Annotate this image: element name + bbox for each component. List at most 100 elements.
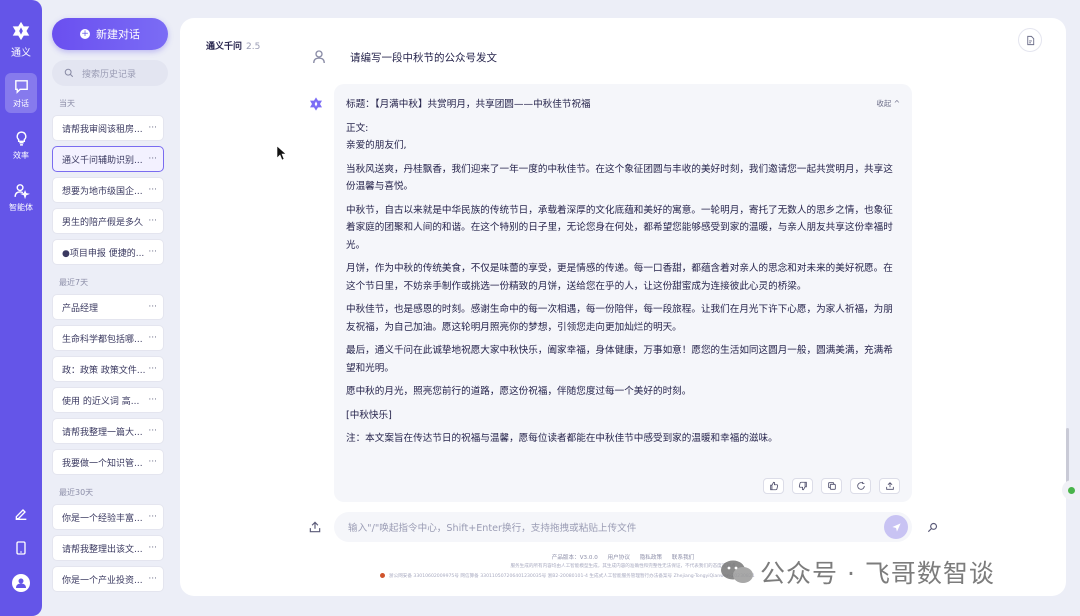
answer-paragraph: [中秋快乐] [346,409,392,421]
thumbs-down-icon [798,481,807,491]
answer-paragraph: 中秋佳节，也是感恩的时刻。感谢生命中的每一次相遇，每一份陪伴，每一段旅程。让我们… [346,304,893,333]
model-version: 2.5 [246,42,261,52]
history-item[interactable]: 请帮我整理出该文... ··· [52,535,164,561]
avatar[interactable] [12,574,30,592]
history-item[interactable]: 想要为地市级国企... ··· [52,177,164,203]
more-icon[interactable]: ··· [148,123,157,133]
answer-greeting: 亲爱的朋友们, [346,140,407,151]
history-item[interactable]: 政：政策 政策文件... ··· [52,356,164,382]
more-icon[interactable]: ··· [148,512,157,522]
history-item[interactable]: 我要做一个知识管... ··· [52,449,164,475]
collapse-button[interactable]: 收起 ^ [876,98,900,109]
send-icon [891,522,901,532]
user-icon [313,50,325,64]
answer-paragraph: 月饼，作为中秋的传统美食，不仅是味蕾的享受，更是情感的传递。每一口香甜，都蕴含着… [346,263,893,292]
new-chat-button[interactable]: + 新建对话 [52,18,168,50]
answer-paragraph: 最后，通义千问在此诚挚地祝愿大家中秋快乐，阖家幸福，身体健康，万事如意！愿您的生… [346,345,893,374]
message-input-placeholder: 输入"/"唤起指令中心，Shift+Enter换行，支持拖拽或粘贴上传文件 [348,523,637,534]
upload-icon[interactable] [308,520,322,534]
history-item[interactable]: 请帮我整理一篇大... ··· [52,418,164,444]
model-title[interactable]: 通义千问 2.5 [206,39,260,52]
history-item[interactable]: 生命科学都包括哪... ··· [52,325,164,351]
rail-item-agent[interactable]: 智能体 [5,177,37,217]
more-icon[interactable]: ··· [148,185,157,195]
copy-button[interactable] [821,478,842,494]
watermark-text: 公众号 · 飞哥数智谈 [760,559,995,588]
history-item[interactable]: 使用 的近义词 高... ··· [52,387,164,413]
rail-item-chat[interactable]: 对话 [5,73,37,113]
history-item-title: 想要为地市级国企... [62,186,143,197]
footer-link-contact[interactable]: 联系我们 [672,555,694,561]
share-button[interactable] [879,478,900,494]
chat-panel: 通义千问 2.5 请编写一段中秋节的公众号发文 收起 ^ 标题：【月满中秋】共赏明… [180,18,1066,596]
history-item[interactable]: 产品经理 ··· [52,294,164,320]
more-icon[interactable]: ··· [148,247,157,257]
history-item[interactable]: 你是一个产业投资... ··· [52,566,164,592]
answer-paragraph: 注：本文案旨在传达节日的祝福与温馨，愿每位读者都能在中秋佳节中感受到家的温暖和幸… [346,433,778,444]
document-button[interactable] [1018,28,1042,52]
user-avatar-icon [16,578,26,588]
police-badge-icon [380,573,385,578]
history-item[interactable]: 请帮我审阅该租房... ··· [52,115,164,141]
mobile-icon[interactable] [13,540,29,556]
tongyi-logo-icon[interactable] [10,20,32,42]
edit-icon[interactable] [13,506,29,522]
search-placeholder: 搜索历史记录 [82,69,137,80]
tongyi-bot-icon [310,97,322,111]
more-icon[interactable]: ··· [148,395,157,405]
footer-link-terms[interactable]: 用户协议 [608,555,630,561]
more-icon[interactable]: ··· [148,574,157,584]
user-message: 请编写一段中秋节的公众号发文 [350,51,497,64]
history-item-title: 请帮我整理一篇大... [62,427,143,438]
history-item-title: 请帮我审阅该租房... [62,124,143,135]
history-item-active[interactable]: 通义千问辅助识别... ··· [52,146,164,172]
magic-wand-icon[interactable] [926,520,940,534]
answer-actions [755,478,900,494]
mouse-cursor-icon [277,146,287,160]
like-button[interactable] [763,478,784,494]
more-icon[interactable]: ··· [148,154,157,164]
history-item[interactable]: 你是一个经验丰富... ··· [52,504,164,530]
bulb-icon [16,130,26,146]
answer-paragraph: 当秋风送爽，丹桂飘香，我们迎来了一年一度的中秋佳节。在这个象征团圆与丰收的美好时… [346,163,893,193]
footer-link-privacy[interactable]: 隐私政策 [640,555,662,561]
scrollbar[interactable] [1066,428,1069,484]
history-item-title: 政：政策 政策文件... [62,365,146,376]
search-icon [64,68,74,78]
refresh-icon [856,481,865,490]
more-icon[interactable]: ··· [148,364,157,374]
assistant-answer: 收起 ^ 标题：【月满中秋】共赏明月，共享团圆——中秋佳节祝福 正文: 亲爱的朋… [334,84,912,502]
more-icon[interactable]: ··· [148,302,157,312]
regenerate-button[interactable] [850,478,871,494]
section-title-today: 当天 [59,99,75,108]
history-item[interactable]: 男生的陪产假是多久 ··· [52,208,164,234]
more-icon[interactable]: ··· [148,333,157,343]
history-item[interactable]: ●项目申报 便捷的... ··· [52,239,164,265]
document-icon [1026,35,1034,45]
rail-item-label: 效率 [13,150,29,160]
copy-icon [827,482,836,490]
more-icon[interactable]: ··· [148,457,157,467]
history-sidebar: + 新建对话 搜索历史记录 当天 请帮我审阅该租房... ··· 通义千问辅助识别… [52,18,170,616]
search-input[interactable]: 搜索历史记录 [52,60,168,86]
more-icon[interactable]: ··· [148,543,157,553]
section-title-last-30-days: 最近30天 [59,488,94,497]
brand-label: 通义 [11,48,31,59]
history-item-title: 通义千问辅助识别... [62,155,143,166]
history-item-title: 使用 的近义词 高... [62,396,140,407]
more-icon[interactable]: ··· [148,216,157,226]
send-button[interactable] [884,515,908,539]
rail-item-label: 对话 [13,98,29,108]
message-input[interactable]: 输入"/"唤起指令中心，Shift+Enter换行，支持拖拽或粘贴上传文件 [334,512,912,542]
footer-records: 浙公网安备 33010602009975号 网信算备 3301105072064… [380,573,755,579]
more-icon[interactable]: ··· [148,426,157,436]
rail-item-efficiency[interactable]: 效率 [5,125,37,165]
dislike-button[interactable] [792,478,813,494]
rail-item-label: 智能体 [9,202,33,212]
history-item-title: 你是一个经验丰富... [62,513,143,524]
section-title-last-7-days: 最近7天 [59,278,89,287]
chat-icon [14,79,28,94]
watermark: 公众号 · 飞哥数智谈 [720,554,995,590]
floating-assistant-badge[interactable] [1062,480,1080,500]
history-item-title: 我要做一个知识管... [62,458,143,469]
